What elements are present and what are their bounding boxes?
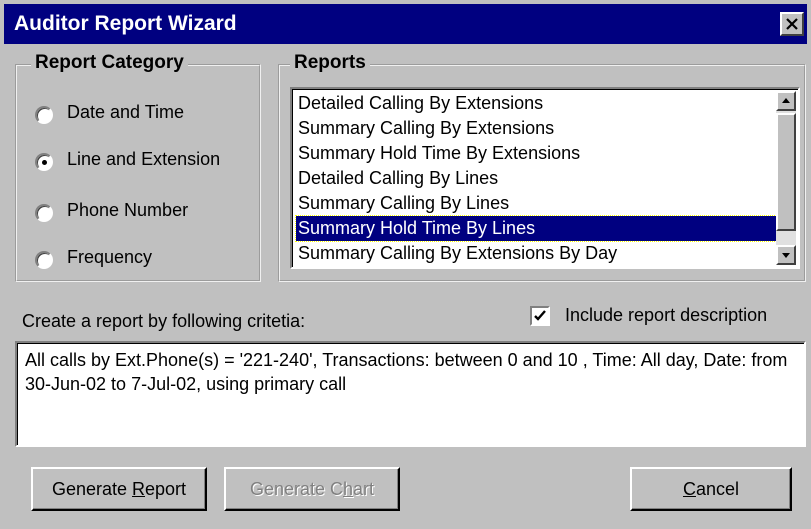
checkmark-icon bbox=[534, 310, 546, 321]
list-item[interactable]: Summary Calling By Lines bbox=[296, 191, 511, 216]
radio-label: Frequency bbox=[67, 247, 153, 267]
scroll-up-button[interactable] bbox=[776, 91, 796, 111]
mnemonic: R bbox=[132, 479, 146, 499]
list-item[interactable]: Detailed Calling By Lines bbox=[296, 166, 500, 191]
vertical-scrollbar[interactable] bbox=[776, 91, 796, 265]
button-text: Generate C bbox=[249, 479, 344, 499]
radio-label: Date and Time bbox=[67, 102, 185, 122]
radio-circle bbox=[35, 251, 53, 269]
list-item[interactable]: Summary Hold Time By Extensions bbox=[296, 141, 582, 166]
criteria-label: Create a report by following critetia: bbox=[22, 311, 306, 331]
include-description-label[interactable]: Include report description bbox=[565, 305, 767, 326]
button-text: eport bbox=[145, 479, 187, 499]
radio-label: Line and Extension bbox=[67, 149, 221, 169]
list-item[interactable]: Summary Calling By Extensions By Day bbox=[296, 241, 619, 266]
list-item[interactable]: Detailed Calling By Extensions bbox=[296, 91, 545, 116]
arrow-up-icon bbox=[782, 98, 790, 103]
dialog-window: Auditor Report Wizard Report Category Da… bbox=[0, 0, 811, 529]
list-item-selected[interactable]: Summary Hold Time By Lines bbox=[295, 215, 779, 242]
reports-legend: Reports bbox=[290, 52, 370, 74]
arrow-down-icon bbox=[782, 253, 790, 258]
window-title: Auditor Report Wizard bbox=[14, 12, 237, 35]
button-text: art bbox=[353, 479, 375, 499]
report-category-legend: Report Category bbox=[31, 52, 188, 74]
radio-circle bbox=[35, 106, 53, 124]
list-item[interactable]: Summary Calling By Extensions bbox=[296, 116, 556, 141]
mnemonic: C bbox=[682, 479, 696, 499]
cancel-button[interactable]: Cancel bbox=[630, 467, 792, 511]
reports-listbox[interactable]: Detailed Calling By Extensions Summary C… bbox=[290, 87, 800, 269]
title-bar[interactable]: Auditor Report Wizard bbox=[4, 4, 807, 44]
include-description-checkbox[interactable] bbox=[530, 306, 550, 326]
close-icon bbox=[786, 18, 798, 30]
radio-label: Phone Number bbox=[67, 200, 189, 220]
report-category-group: Report Category Date and Time Line and E… bbox=[15, 52, 261, 282]
button-text: Generate bbox=[51, 479, 133, 499]
generate-chart-button[interactable]: Generate Chart bbox=[224, 467, 400, 511]
scroll-thumb[interactable] bbox=[776, 113, 796, 231]
criteria-textarea[interactable]: All calls by Ext.Phone(s) = '221-240', T… bbox=[15, 341, 806, 447]
radio-selected-dot bbox=[42, 160, 47, 165]
close-button[interactable] bbox=[780, 12, 804, 36]
radio-circle bbox=[35, 153, 53, 171]
button-text: ancel bbox=[695, 479, 740, 499]
generate-report-button[interactable]: Generate Report bbox=[31, 467, 207, 511]
radio-circle bbox=[35, 204, 53, 222]
mnemonic: h bbox=[343, 479, 354, 499]
scroll-down-button[interactable] bbox=[776, 245, 796, 265]
